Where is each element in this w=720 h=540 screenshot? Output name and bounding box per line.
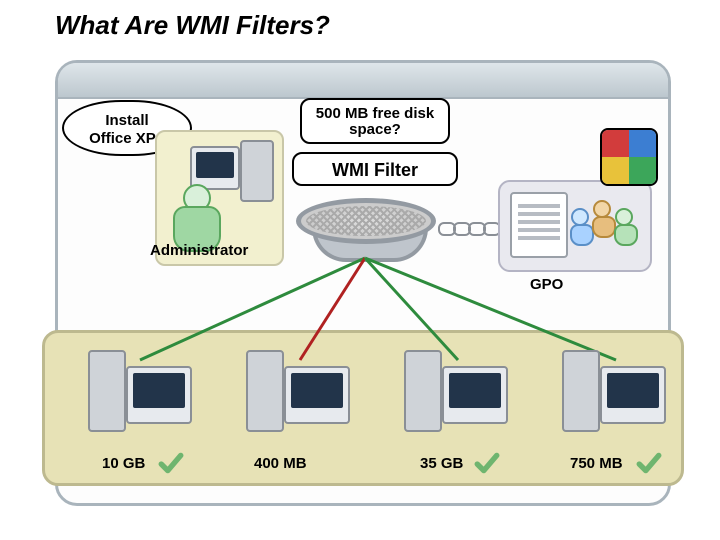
client-computer-4 xyxy=(562,344,672,444)
size-label-2: 400 MB xyxy=(254,455,307,472)
client-computer-3 xyxy=(404,344,514,444)
size-label-4: 750 MB xyxy=(570,455,623,472)
panel-header-bar xyxy=(58,63,668,99)
users-group-icon xyxy=(570,200,638,252)
puzzle-icon xyxy=(600,128,658,186)
check-icon xyxy=(636,450,662,476)
disk-space-text: 500 MB free disk space? xyxy=(316,105,434,138)
check-icon xyxy=(158,450,184,476)
wmi-filter-text: WMI Filter xyxy=(332,160,418,180)
gpo-label: GPO xyxy=(530,276,563,293)
chain-icon xyxy=(438,222,498,240)
gpo-card xyxy=(498,180,652,272)
speech-bubble-text: InstallOffice XP? xyxy=(89,112,165,147)
computer-tower-icon xyxy=(240,140,274,202)
document-icon xyxy=(510,192,568,258)
client-computer-2 xyxy=(246,344,356,444)
client-computer-1 xyxy=(88,344,198,444)
slide: What Are WMI Filters? InstallOffice XP? … xyxy=(0,0,720,540)
slide-title: What Are WMI Filters? xyxy=(55,10,330,41)
sieve-icon xyxy=(296,198,436,264)
administrator-label: Administrator xyxy=(150,242,248,259)
disk-space-callout: 500 MB free disk space? xyxy=(300,98,450,144)
size-label-1: 10 GB xyxy=(102,455,145,472)
size-label-3: 35 GB xyxy=(420,455,463,472)
check-icon xyxy=(474,450,500,476)
wmi-filter-callout: WMI Filter xyxy=(292,152,458,186)
